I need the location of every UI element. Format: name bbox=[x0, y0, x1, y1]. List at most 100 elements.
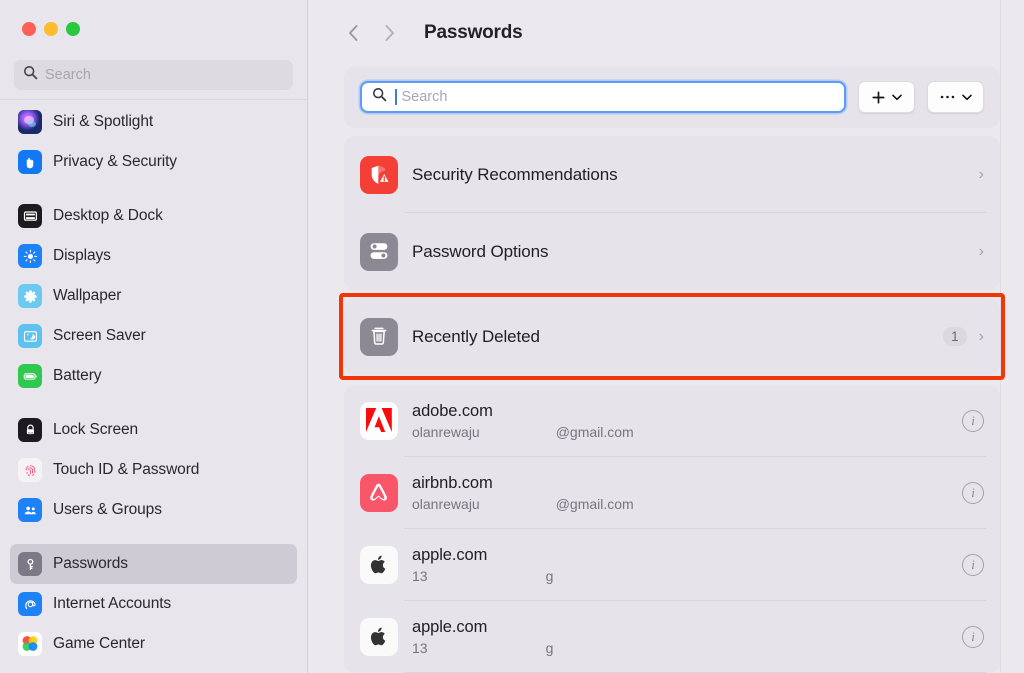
saved-passwords-list: adobe.com olanrewaju @gmail.com i airbnb.com… bbox=[344, 385, 1000, 673]
row-trailing: › bbox=[979, 166, 984, 184]
row-title: Security Recommendations bbox=[412, 164, 618, 184]
password-entry-row[interactable]: apple.com 13 g i bbox=[344, 529, 1000, 601]
battery-icon bbox=[18, 364, 42, 388]
desktop-dock-icon bbox=[18, 204, 42, 228]
sidebar-item-game-center[interactable]: Game Center bbox=[10, 624, 297, 664]
sidebar-item-label: Lock Screen bbox=[53, 421, 139, 438]
add-password-button[interactable] bbox=[858, 81, 915, 113]
settings-row-security-recommendations[interactable]: Security Recommendations › bbox=[344, 136, 1000, 213]
airbnb-icon bbox=[360, 474, 398, 512]
entry-redacted-gap bbox=[480, 496, 556, 512]
search-icon bbox=[372, 87, 387, 107]
settings-row-password-options[interactable]: Password Options › bbox=[344, 213, 1000, 290]
entry-domain: @gmail.com bbox=[555, 496, 634, 512]
content-toolbar: Passwords bbox=[308, 0, 1024, 66]
ellipsis-icon bbox=[940, 95, 954, 99]
sidebar-item-siri-spotlight[interactable]: Siri & Spotlight bbox=[10, 102, 297, 142]
sidebar-item-desktop-dock[interactable]: Desktop & Dock bbox=[10, 196, 297, 236]
info-icon[interactable]: i bbox=[962, 410, 984, 432]
apple-icon bbox=[360, 618, 398, 656]
siri-icon bbox=[18, 110, 42, 134]
game-center-icon bbox=[18, 632, 42, 656]
password-entry-row[interactable]: apple.com 13 g i bbox=[344, 601, 1000, 673]
sidebar-item-label: Passwords bbox=[53, 555, 128, 572]
wallpaper-icon bbox=[18, 284, 42, 308]
sidebar-item-wallpaper[interactable]: Wallpaper bbox=[10, 276, 297, 316]
sidebar-item-label: Touch ID & Password bbox=[53, 461, 200, 478]
row-trailing: 1 › bbox=[943, 327, 984, 346]
entry-redacted-gap bbox=[480, 424, 556, 440]
more-options-button[interactable] bbox=[927, 81, 984, 113]
sidebar-search-placeholder: Search bbox=[45, 67, 91, 83]
sidebar-item-label: Displays bbox=[53, 247, 111, 264]
zoom-button[interactable] bbox=[66, 22, 80, 36]
row-trailing: i bbox=[962, 626, 984, 648]
sidebar-item-label: Users & Groups bbox=[53, 501, 162, 518]
entry-redacted-gap bbox=[428, 640, 546, 656]
entry-username: 13 bbox=[412, 640, 428, 656]
displays-icon bbox=[18, 244, 42, 268]
entry-site: apple.com bbox=[412, 546, 488, 564]
internet-at-icon bbox=[18, 592, 42, 616]
sidebar-item-internet-accounts[interactable]: Internet Accounts bbox=[10, 584, 297, 624]
entry-site: apple.com bbox=[412, 618, 488, 636]
window-controls bbox=[0, 0, 307, 56]
entry-texts: apple.com 13 g bbox=[412, 546, 553, 584]
password-entry-row[interactable]: airbnb.com olanrewaju @gmail.com i bbox=[344, 457, 1000, 529]
entry-texts: apple.com 13 g bbox=[412, 618, 553, 656]
close-button[interactable] bbox=[22, 22, 36, 36]
screen-saver-icon bbox=[18, 324, 42, 348]
security-shield-icon bbox=[360, 155, 398, 194]
sidebar-item-label: Game Center bbox=[53, 635, 145, 652]
deleted-count-badge: 1 bbox=[943, 327, 967, 346]
sidebar-item-passwords[interactable]: Passwords bbox=[10, 544, 297, 584]
sidebar-item-label: Wallpaper bbox=[53, 287, 122, 304]
row-trailing: › bbox=[979, 243, 984, 261]
password-entry-row[interactable]: adobe.com olanrewaju @gmail.com i bbox=[344, 385, 1000, 457]
text-cursor bbox=[395, 89, 397, 105]
search-panel: Search bbox=[344, 66, 1000, 128]
entry-account: olanrewaju @gmail.com bbox=[412, 496, 634, 512]
chevron-right-icon: › bbox=[978, 165, 984, 183]
settings-row-recently-deleted[interactable]: Recently Deleted 1 › bbox=[344, 298, 1000, 375]
sidebar-item-label: Screen Saver bbox=[53, 327, 146, 344]
sidebar-item-lock-screen[interactable]: Lock Screen bbox=[10, 410, 297, 450]
search-input[interactable]: Search bbox=[360, 81, 846, 113]
password-options-card: Security Recommendations › Password Option… bbox=[344, 136, 1000, 290]
sidebar-item-touch-id-password[interactable]: Touch ID & Password bbox=[10, 450, 297, 490]
right-edge-gutter bbox=[1000, 0, 1024, 673]
entry-account: olanrewaju @gmail.com bbox=[412, 424, 634, 440]
sidebar-item-label: Battery bbox=[53, 367, 102, 384]
info-icon[interactable]: i bbox=[962, 554, 984, 576]
row-trailing: i bbox=[962, 410, 984, 432]
row-title: Recently Deleted bbox=[412, 326, 540, 346]
chevron-down-icon bbox=[891, 94, 902, 100]
sidebar-list: Siri & Spotlight Privacy & Security Deskto… bbox=[0, 100, 307, 664]
search-icon bbox=[23, 65, 38, 85]
minimize-button[interactable] bbox=[44, 22, 58, 36]
system-settings-window: Search Siri & Spotlight Privacy & Securit… bbox=[0, 0, 1024, 673]
sidebar-item-battery[interactable]: Battery bbox=[10, 356, 297, 396]
back-button[interactable] bbox=[338, 18, 368, 48]
sidebar-item-privacy-security[interactable]: Privacy & Security bbox=[10, 142, 297, 182]
entry-domain: @gmail.com bbox=[555, 424, 634, 440]
sidebar-item-screen-saver[interactable]: Screen Saver bbox=[10, 316, 297, 356]
chevron-down-icon bbox=[961, 94, 972, 100]
sidebar-item-displays[interactable]: Displays bbox=[10, 236, 297, 276]
info-icon[interactable]: i bbox=[962, 626, 984, 648]
privacy-hand-icon bbox=[18, 150, 42, 174]
sidebar-item-label: Privacy & Security bbox=[53, 153, 177, 170]
entry-username: olanrewaju bbox=[412, 496, 480, 512]
row-trailing: i bbox=[962, 554, 984, 576]
sidebar-search-input[interactable]: Search bbox=[14, 60, 293, 90]
trash-icon bbox=[360, 317, 398, 356]
users-groups-icon bbox=[18, 498, 42, 522]
info-icon[interactable]: i bbox=[962, 482, 984, 504]
forward-button[interactable] bbox=[374, 18, 404, 48]
sidebar-item-users-groups[interactable]: Users & Groups bbox=[10, 490, 297, 530]
lock-screen-icon bbox=[18, 418, 42, 442]
password-options-icon bbox=[360, 232, 398, 271]
entry-account: 13 g bbox=[412, 568, 553, 584]
